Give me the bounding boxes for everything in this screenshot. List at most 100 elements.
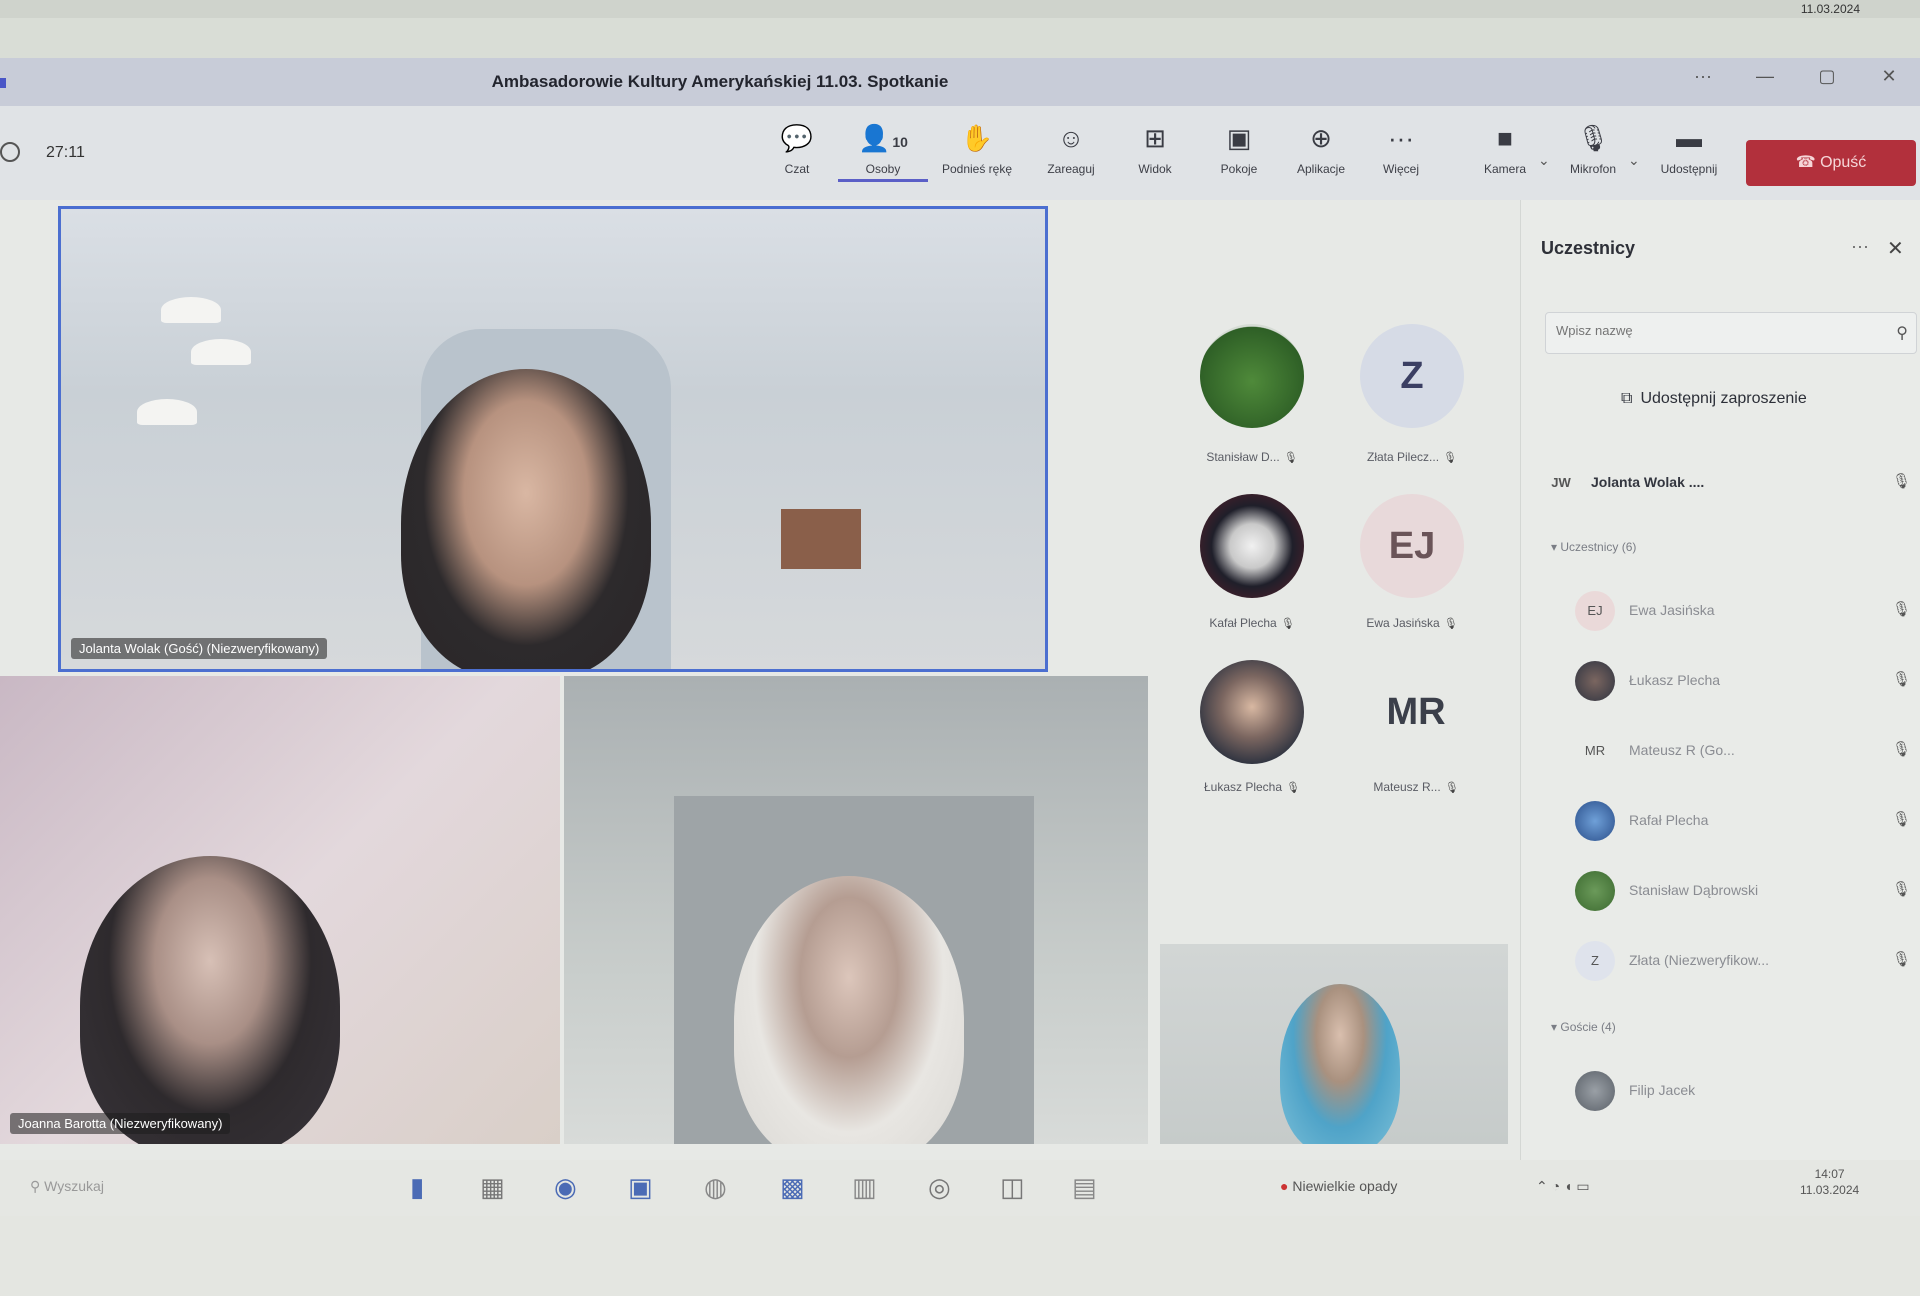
more-button[interactable]: ··· Więcej [1356, 120, 1446, 176]
camera-chevron-down-icon[interactable]: ⌄ [1538, 152, 1550, 169]
video-tile-2[interactable]: Joanna Barotta (Niezweryfikowany) [0, 676, 560, 1144]
mic-off-icon: 🎙 [1891, 811, 1911, 828]
app-icon[interactable]: ▤ [1072, 1172, 1097, 1203]
search-icon: ⚲ [1896, 325, 1908, 342]
weather-icon: ● [1280, 1178, 1293, 1194]
tile-name-label: Jolanta Wolak (Gość) (Niezweryfikowany) [71, 638, 328, 659]
avatar: EJ [1575, 591, 1615, 631]
close-window-icon[interactable]: ✕ [1858, 66, 1920, 87]
avatar-initials[interactable]: EJ [1360, 494, 1464, 598]
section-attendees[interactable]: ▾ Uczestnicy (6) [1551, 540, 1636, 554]
window-title: Ambasadorowie Kultury Amerykańskiej 11.0… [491, 72, 949, 91]
participant-search[interactable]: ⚲ [1545, 312, 1917, 354]
taskbar-clock[interactable]: 14:07 11.03.2024 [1800, 1166, 1859, 1198]
people-button[interactable]: 👤 10 Osoby [838, 120, 928, 182]
lamp-decor [191, 339, 251, 365]
hand-icon: ✋ [960, 123, 994, 153]
participant-row[interactable]: EJ Ewa Jasińska 🎙 [1541, 586, 1911, 636]
taskbar-search[interactable]: ⚲ Wyszukaj [30, 1178, 104, 1195]
participant-name: Rafał Plecha [1629, 812, 1709, 828]
participant-name: Ewa Jasińska [1629, 602, 1715, 618]
raise-hand-button[interactable]: ✋ Podnieś rękę [932, 120, 1022, 176]
app-icon[interactable]: ◍ [704, 1172, 727, 1203]
participant-row[interactable]: Rafał Plecha 🎙 [1541, 796, 1911, 846]
grid-icon: ⊞ [1144, 123, 1166, 153]
avatar-photo[interactable] [1200, 660, 1304, 764]
apps-button[interactable]: ⊕ Aplikacje [1276, 120, 1366, 176]
weather-widget[interactable]: ● Niewielkie opady [1280, 1178, 1397, 1194]
share-invite-button[interactable]: ⧉ Udostępnij zaproszenie [1621, 390, 1807, 408]
camera-button[interactable]: ■ Kamera [1460, 120, 1550, 176]
app-icon[interactable]: ▥ [852, 1172, 877, 1203]
window-controls: ··· — ▢ ✕ [1672, 66, 1920, 87]
avatar-label: Stanisław D... 🎙 [1206, 450, 1298, 464]
weather-label: Niewielkie opady [1292, 1178, 1398, 1194]
shelf-decor [781, 509, 861, 569]
chat-button[interactable]: 💬 Czat [752, 120, 842, 176]
shield-icon [0, 142, 20, 162]
wifi-icon: ◔ [1551, 1178, 1561, 1194]
screen-bezel [0, 1216, 1920, 1296]
mic-chevron-down-icon[interactable]: ⌄ [1628, 152, 1640, 169]
meeting-timer: 27:11 [46, 144, 85, 161]
raise-hand-label: Podnieś rękę [941, 162, 1013, 176]
app-icon[interactable]: ◫ [1000, 1172, 1025, 1203]
lamp-decor [137, 399, 197, 425]
participant-row[interactable]: Z Złata (Niezweryfikow... 🎙 [1541, 936, 1911, 986]
video-tile-4[interactable] [1160, 944, 1508, 1144]
maximize-icon[interactable]: ▢ [1796, 66, 1858, 87]
share-label: Udostępnij [1660, 162, 1718, 176]
video-stage: Jolanta Wolak (Gość) (Niezweryfikowany) … [0, 200, 1520, 1160]
more-icon[interactable]: ··· [1851, 236, 1869, 257]
mic-icon: 🎙 [1576, 123, 1610, 153]
react-label: Zareaguj [1047, 162, 1095, 176]
search-input[interactable] [1556, 323, 1856, 338]
lamp-decor [161, 297, 221, 323]
mic-off-icon: 🎙 [1891, 951, 1911, 968]
clock-time: 14:07 [1814, 1167, 1845, 1181]
edge-icon[interactable]: ◉ [554, 1172, 577, 1203]
participant-name: Mateusz R (Go... [1629, 742, 1735, 758]
minimize-icon[interactable]: — [1734, 66, 1796, 87]
file-icon[interactable]: ▮ [410, 1172, 424, 1203]
os-taskbar: ⚲ Wyszukaj ▮ ▦ ◉ ▣ ◍ ▩ ▥ ◎ ◫ ▤ ● Niewiel… [0, 1160, 1920, 1216]
leave-label: Opuść [1820, 154, 1867, 171]
chevron-up-icon: ⌃ [1536, 1178, 1548, 1194]
leave-button[interactable]: ☎ Opuść [1746, 140, 1916, 186]
chrome-icon[interactable]: ◎ [928, 1172, 951, 1203]
widgets-icon[interactable]: ▦ [480, 1172, 505, 1203]
search-icon: ⚲ [30, 1178, 45, 1194]
store-icon[interactable]: ▣ [628, 1172, 653, 1203]
share-button[interactable]: ▬ Udostępnij [1644, 120, 1734, 176]
window-titlebar: Ambasadorowie Kultury Amerykańskiej 11.0… [0, 58, 1920, 106]
window-more-icon[interactable]: ··· [1672, 66, 1734, 87]
top-date: 11.03.2024 [1800, 2, 1860, 16]
video-tile-main[interactable]: Jolanta Wolak (Gość) (Niezweryfikowany) [58, 206, 1048, 672]
avatar-initials[interactable]: MR [1364, 660, 1468, 764]
section-guests[interactable]: ▾ Goście (4) [1551, 1020, 1616, 1034]
participant-name: Łukasz Plecha [1629, 672, 1721, 688]
participant-row[interactable]: MR Mateusz R (Go... 🎙 [1541, 726, 1911, 776]
rooms-button[interactable]: ▣ Pokoje [1194, 120, 1284, 176]
close-icon[interactable]: ✕ [1887, 236, 1904, 261]
view-button[interactable]: ⊞ Widok [1110, 120, 1200, 176]
system-tray[interactable]: ⌃ ◔ ◖ ▭ [1536, 1178, 1590, 1195]
avatar: JW [1551, 475, 1571, 490]
participant-row[interactable]: Filip Jacek [1541, 1066, 1911, 1116]
mic-button[interactable]: 🎙 Mikrofon [1548, 120, 1638, 176]
participant-name: Jolanta Wolak .... [1591, 474, 1705, 490]
avatar-initials[interactable]: Z [1360, 324, 1464, 428]
video-tile-3[interactable] [564, 676, 1148, 1144]
smiley-icon: ☺ [1057, 123, 1085, 153]
participant-row[interactable]: Łukasz Plecha 🎙 [1541, 656, 1911, 706]
react-button[interactable]: ☺ Zareaguj [1026, 120, 1116, 176]
avatar-skull[interactable] [1200, 494, 1304, 598]
participant-row[interactable]: Stanisław Dąbrowski 🎙 [1541, 866, 1911, 916]
participant-row-organizer[interactable]: JW Jolanta Wolak .... 🎙 [1541, 458, 1911, 508]
chat-icon: 💬 [780, 123, 814, 153]
avatar-frog[interactable] [1200, 324, 1304, 428]
panel-title: Uczestnicy [1541, 238, 1636, 258]
avatar [1575, 871, 1615, 911]
participant-video [401, 369, 651, 669]
teams-icon[interactable]: ▩ [780, 1172, 805, 1203]
